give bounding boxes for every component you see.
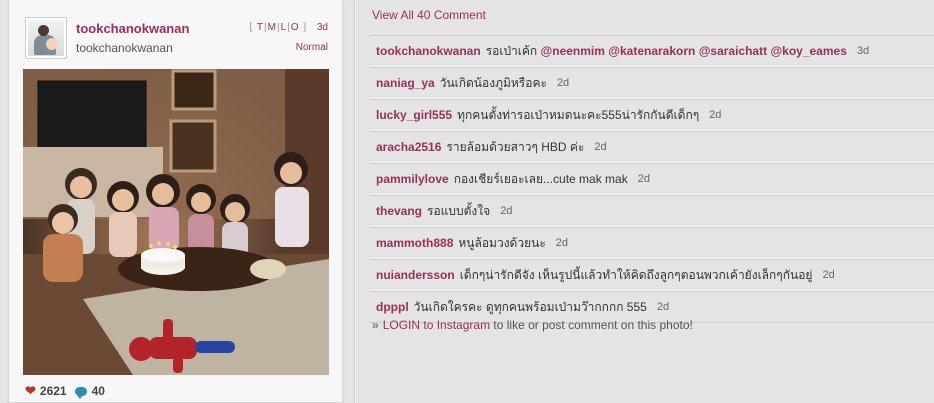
comment-item: tookchanokwanan รอเป่าเค้ก @neenmim @kat… <box>369 35 934 67</box>
mention-link[interactable]: @neenmim <box>541 44 605 58</box>
comment-username-link[interactable]: mammoth888 <box>376 236 453 250</box>
filter-name: Normal <box>295 42 328 53</box>
comment-text: รอแบบตั้งใจ <box>427 203 491 218</box>
comment-text: วันเกิดใครคะ ดูทุกคนพร้อมเป่ามว๊ากกกก 55… <box>413 299 647 314</box>
comment-username-link[interactable]: dpppl <box>376 300 409 314</box>
comment-item: naniag_ya วันเกิดน้องภูมิหรือคะ 2d <box>369 67 934 99</box>
post-card: tookchanokwanan tookchanokwanan [ T|M|L|… <box>8 0 343 403</box>
login-link[interactable]: LOGIN to Instagram <box>383 318 490 332</box>
mention-link[interactable]: @saraichatt <box>699 44 767 58</box>
mention-link[interactable]: @koy_eames <box>770 44 846 58</box>
comment-username-link[interactable]: thevang <box>376 204 422 218</box>
comment-time: 2d <box>556 77 570 89</box>
raquo-glyph: » <box>372 318 379 332</box>
comment-time: 3d <box>856 45 870 57</box>
mention-link[interactable]: @katenarakorn <box>608 44 695 58</box>
comment-time: 2d <box>594 141 607 153</box>
login-suffix: to like or post comment on this photo! <box>490 318 693 332</box>
comment-time: 2d <box>637 173 650 185</box>
comment-text: กองเชียร์เยอะเลย...cute mak mak <box>453 171 628 186</box>
comment-list: tookchanokwanan รอเป่าเค้ก @neenmim @kat… <box>369 35 934 323</box>
comment-text: รอเป่าเค้ก @neenmim @katenarakorn @sarai… <box>486 42 847 61</box>
post-fullname: tookchanokwanan <box>76 41 173 55</box>
comment-item: nuiandersson เด็กๆน่ารักดีจัง เห็นรูปนี้… <box>369 259 934 291</box>
size-link-m[interactable]: M <box>268 22 277 33</box>
comment-item: mammoth888 หนูล้อมวงด้วยนะ 2d <box>369 227 934 259</box>
comment-time: 2d <box>500 205 513 217</box>
comment-username-link[interactable]: aracha2516 <box>376 140 441 154</box>
comment-item: aracha2516 รายล้อมด้วยสาวๆ HBD ค่ะ 2d <box>369 131 934 163</box>
photo-size-links: [ T|M|L|O ] 3d <box>249 22 328 33</box>
comment-body: รอเป่าเค้ก <box>485 43 538 58</box>
comment-time: 2d <box>555 237 569 249</box>
comment-username-link[interactable]: nuiandersson <box>376 268 455 282</box>
size-link-t[interactable]: T <box>257 22 264 33</box>
comment-text: วันเกิดน้องภูมิหรือคะ <box>439 75 547 90</box>
comment-text: รายล้อมด้วยสาวๆ HBD ค่ะ <box>446 139 585 154</box>
speech-bubble-icon[interactable] <box>74 386 87 399</box>
birthday-photo-illustration <box>23 69 329 375</box>
column-divider <box>354 0 356 403</box>
comment-username-link[interactable]: pammilylove <box>376 172 449 186</box>
comment-username-link[interactable]: naniag_ya <box>376 76 435 90</box>
comment-text: ทุกคนตั้งท่ารอเป่าหมดนะคะ555น่ารักกันดีเ… <box>457 107 700 122</box>
heart-icon[interactable]: ❤ <box>25 383 36 399</box>
size-link-o[interactable]: O <box>291 22 300 33</box>
view-all-comments-link[interactable]: View All 40 Comment <box>372 8 486 22</box>
avatar-image <box>28 20 64 56</box>
comment-username-link[interactable]: tookchanokwanan <box>376 44 481 58</box>
comment-username-link[interactable]: lucky_girl555 <box>376 108 452 122</box>
comment-text: หนูล้อมวงด้วยนะ <box>458 235 546 250</box>
comment-item: lucky_girl555 ทุกคนตั้งท่ารอเป่าหมดนะคะ5… <box>369 99 934 131</box>
comment-item: pammilylove กองเชียร์เยอะเลย...cute mak … <box>369 163 934 195</box>
login-prompt: » LOGIN to Instagram to like or post comm… <box>372 318 693 332</box>
post-photo[interactable] <box>23 69 329 375</box>
comment-item: thevang รอแบบตั้งใจ 2d <box>369 195 934 227</box>
comment-time: 2d <box>709 109 722 121</box>
post-username-link[interactable]: tookchanokwanan <box>76 21 189 36</box>
comment-count: 40 <box>91 384 105 398</box>
post-stats: ❤ 2621 40 <box>25 383 105 399</box>
comment-time: 2d <box>656 301 670 313</box>
comment-time: 2d <box>822 269 835 281</box>
user-avatar[interactable] <box>25 17 67 59</box>
like-count: 2621 <box>39 384 67 398</box>
post-time: 3d <box>316 22 328 33</box>
comment-text: เด็กๆน่ารักดีจัง เห็นรูปนี้แล้วทำให้คิดถ… <box>459 267 813 282</box>
